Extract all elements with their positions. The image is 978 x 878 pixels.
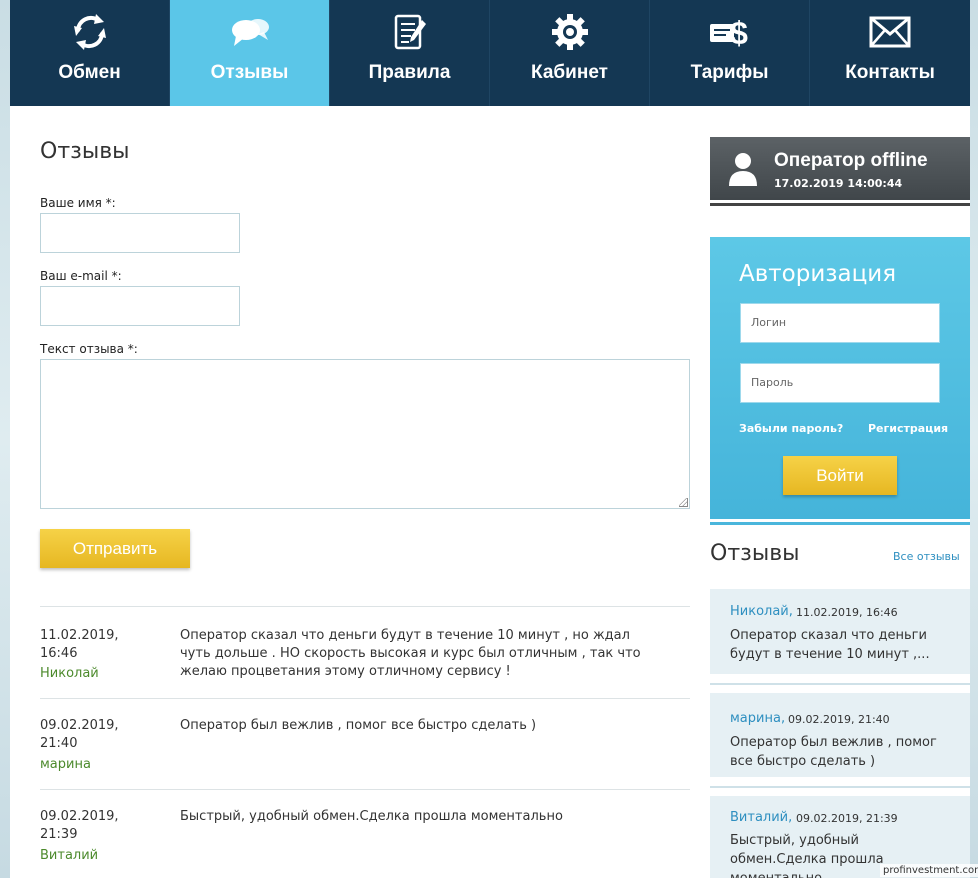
sidebar-review-text: Оператор сказал что деньги будут в течен…	[730, 628, 930, 662]
page-title: Отзывы	[40, 139, 130, 164]
review-textarea[interactable]	[40, 359, 690, 509]
review-text: Быстрый, удобный обмен.Сделка прошла мом…	[180, 809, 563, 824]
review-text: Оператор сказал что деньги будут в течен…	[180, 628, 641, 679]
forgot-password-link[interactable]: Забыли пароль?	[739, 422, 843, 435]
operator-underline	[710, 203, 970, 206]
auth-title: Авторизация	[739, 261, 897, 287]
nav-label-rules: Правила	[368, 62, 451, 83]
operator-status-box: Оператор offline 17.02.2019 14:00:44	[710, 137, 970, 200]
background-decoration-left	[0, 0, 10, 878]
review-datetime: 09.02.2019, 21:39	[40, 808, 150, 844]
review-time: 21:40	[40, 736, 78, 751]
nav-item-rules[interactable]: Правила	[330, 0, 490, 106]
sidebar-reviews-title: Отзывы	[710, 541, 800, 566]
main-content: Отзывы Ваше имя *: Ваш e-mail *: Текст о…	[10, 106, 978, 878]
nav-label-reviews: Отзывы	[210, 62, 289, 83]
login-button[interactable]: Войти	[783, 456, 897, 495]
gear-icon	[551, 14, 588, 50]
sidebar-review-author: марина,	[730, 711, 786, 726]
operator-status: Оператор offline	[774, 150, 928, 171]
review-text-label: Текст отзыва *:	[40, 342, 138, 356]
sidebar-review-date: 09.02.2019, 21:40	[788, 713, 890, 726]
review-author: Николай	[40, 666, 99, 681]
nav-item-cabinet[interactable]: Кабинет	[490, 0, 650, 106]
name-input[interactable]	[40, 213, 240, 253]
review-author: марина	[40, 757, 91, 772]
sidebar-review-date: 09.02.2019, 21:39	[796, 812, 898, 825]
email-input[interactable]	[40, 286, 240, 326]
nav-label-exchange: Обмен	[58, 62, 121, 83]
sidebar-review-card[interactable]: Николай, 11.02.2019, 16:46 Оператор сказ…	[710, 589, 970, 674]
name-label: Ваше имя *:	[40, 196, 116, 210]
all-reviews-link[interactable]: Все отзывы	[893, 550, 960, 563]
sidebar-review-author: Николай,	[730, 604, 793, 619]
register-link[interactable]: Регистрация	[868, 422, 948, 435]
sidebar-review-text: Оператор был вежлив , помог все быстро с…	[730, 735, 937, 769]
nav-item-tariffs[interactable]: $ Тарифы	[650, 0, 810, 106]
chat-bubbles-icon	[231, 19, 269, 46]
sidebar-review-date: 11.02.2019, 16:46	[796, 606, 898, 619]
top-navigation: Обмен Отзывы Правила Кабинет $ Тарифы Ко…	[10, 0, 970, 106]
watermark: profinvestment.com	[880, 864, 978, 877]
nav-label-contacts: Контакты	[845, 62, 935, 83]
password-input[interactable]: Пароль	[740, 363, 940, 403]
email-label: Ваш e-mail *:	[40, 269, 122, 283]
review-date: 11.02.2019,	[40, 628, 119, 643]
nav-item-reviews[interactable]: Отзывы	[170, 0, 330, 106]
submit-button[interactable]: Отправить	[40, 529, 190, 568]
sidebar-card-divider	[710, 683, 970, 685]
nav-label-cabinet: Кабинет	[531, 62, 608, 83]
nav-label-tariffs: Тарифы	[690, 62, 769, 83]
auth-panel: Авторизация Логин Пароль Забыли пароль? …	[710, 237, 970, 519]
textarea-resize-handle[interactable]	[679, 498, 688, 507]
nav-item-exchange[interactable]: Обмен	[10, 0, 170, 106]
sidebar-review-author: Виталий,	[730, 810, 793, 825]
nav-item-contacts[interactable]: Контакты	[810, 0, 970, 106]
review-divider	[40, 698, 690, 699]
review-date: 09.02.2019,	[40, 718, 119, 733]
review-divider	[40, 606, 690, 607]
svg-text:$: $	[730, 15, 748, 51]
envelope-icon	[869, 16, 911, 48]
review-date: 09.02.2019,	[40, 809, 119, 824]
document-pen-icon	[394, 14, 426, 50]
review-author: Виталий	[40, 848, 99, 863]
refresh-icon	[73, 14, 106, 50]
user-avatar-icon	[729, 153, 757, 186]
review-time: 16:46	[40, 646, 78, 661]
auth-underline	[710, 522, 970, 525]
operator-datetime: 17.02.2019 14:00:44	[774, 177, 903, 190]
review-divider	[40, 789, 690, 790]
review-text: Оператор был вежлив , помог все быстро с…	[180, 718, 537, 733]
sidebar-review-card[interactable]: марина, 09.02.2019, 21:40 Оператор был в…	[710, 693, 970, 777]
review-time: 21:39	[40, 827, 78, 842]
money-dollar-icon: $	[709, 15, 748, 51]
review-datetime: 09.02.2019, 21:40	[40, 717, 150, 753]
sidebar-card-divider	[710, 786, 970, 788]
login-input[interactable]: Логин	[740, 303, 940, 343]
review-datetime: 11.02.2019, 16:46	[40, 627, 150, 663]
